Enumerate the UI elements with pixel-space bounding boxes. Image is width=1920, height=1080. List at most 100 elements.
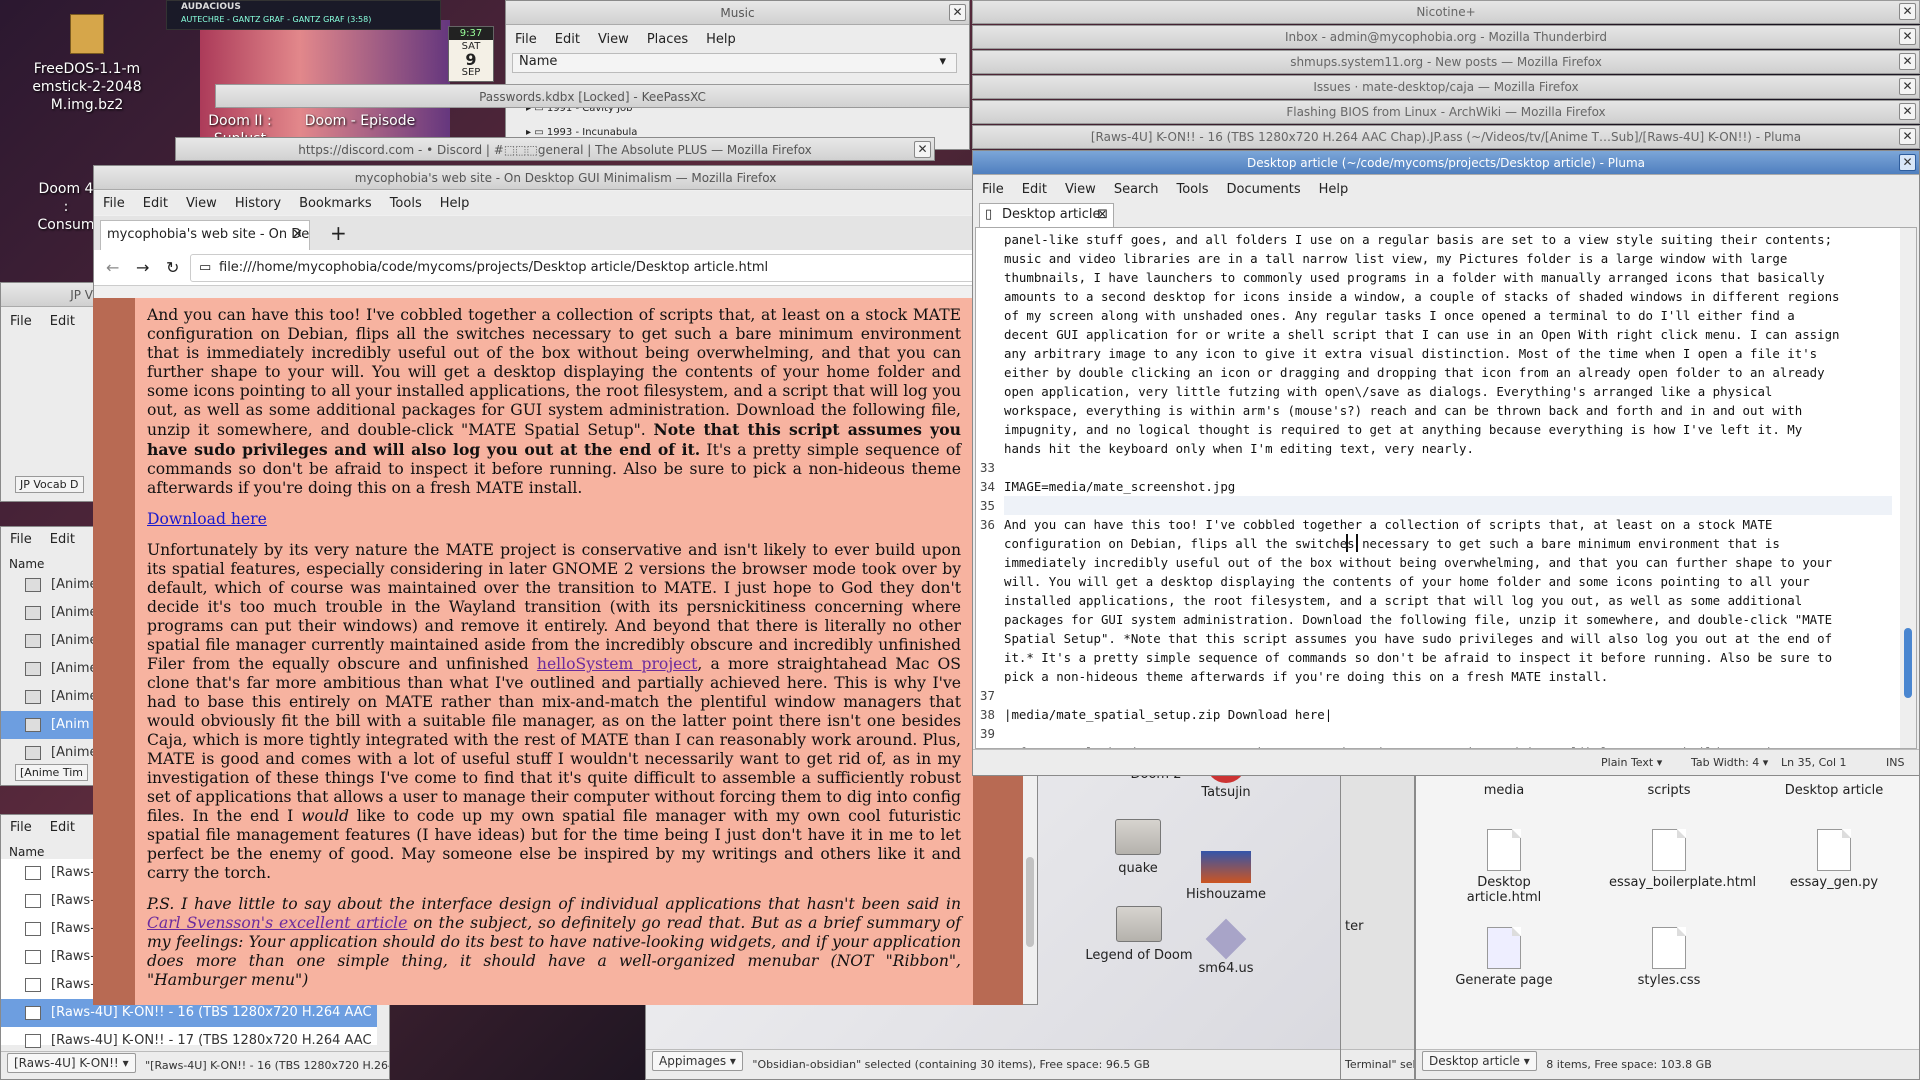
close-icon[interactable]: ✕ [1899, 128, 1916, 145]
url-bar[interactable]: ▭ file:///home/mycophobia/code/mycoms/pr… [190, 254, 1031, 282]
list-item[interactable]: [Anime [1, 571, 99, 599]
keepass-window[interactable]: Passwords.kdbx [Locked] - KeePassXC [215, 84, 970, 108]
discord-window[interactable]: https://discord.com - • Discord | #⬚⬚⬚ge… [175, 137, 935, 161]
code-line[interactable]: 34 IMAGE=media/mate_screenshot.jpg [980, 477, 1892, 496]
desktop-article-folder-window[interactable]: media scripts Desktop article Desktop ar… [1415, 760, 1920, 1080]
code-line[interactable]: thumbnails, I have launchers to commonly… [1004, 268, 1892, 287]
titlebar[interactable]: JP V [1, 283, 99, 307]
code-view[interactable]: panel-like stuff goes, and all folders I… [976, 228, 1900, 748]
code-line[interactable]: any arbitrary image to any icon to give … [1004, 344, 1892, 363]
folder-item-sm64[interactable]: sm64.us [1166, 918, 1286, 976]
music-titlebar[interactable]: Music ✕ [506, 1, 969, 25]
document-tab[interactable]: ▯ Desktop article ⊠ [979, 203, 1114, 227]
code-line[interactable]: 38 |media/mate_spatial_setup.zip Download… [980, 705, 1892, 724]
editor-area[interactable]: panel-like stuff goes, and all folders I… [975, 227, 1917, 749]
keepass-titlebar[interactable]: Passwords.kdbx [Locked] - KeePassXC [216, 85, 969, 107]
column-header-name[interactable]: Name ▾ [512, 53, 957, 73]
anime-window[interactable]: FileEditVi Name [Anime [Anime [Anime [An… [0, 526, 100, 786]
code-line[interactable]: open application, very little futzing wi… [1004, 382, 1892, 401]
code-line[interactable]: configuration on Debian, flips all the s… [1004, 534, 1892, 553]
code-line[interactable]: 33 [980, 458, 1892, 477]
column-header-name[interactable]: Name [9, 845, 44, 859]
music-window[interactable]: Music ✕ File Edit View Places Help Name ▾ … [505, 0, 970, 150]
list-item[interactable]: [Anime [1, 599, 99, 627]
menu-edit[interactable]: Edit [1013, 182, 1056, 197]
menu-help[interactable]: Help [1310, 182, 1358, 197]
thunderbird-window[interactable]: Inbox - admin@mycophobia.org - Mozilla T… [972, 25, 1920, 49]
terminal-folder-window[interactable]: ter Terminal" selec [1340, 760, 1415, 1080]
code-line[interactable]: panel-like stuff goes, and all folders I… [1004, 230, 1892, 249]
menu-edit[interactable]: Edit [41, 820, 84, 835]
new-tab-button[interactable]: + [330, 220, 347, 246]
code-line[interactable]: amounts to a second desktop for icons in… [1004, 287, 1892, 306]
menu-edit[interactable]: Edit [41, 314, 84, 329]
archwiki-window[interactable]: Flashing BIOS from Linux - ArchWiki — Mo… [972, 100, 1920, 124]
menu-edit[interactable]: Edit [41, 532, 84, 547]
nicotine-window[interactable]: Nicotine+ ✕ [972, 0, 1920, 24]
scrollbar-thumb[interactable] [1904, 628, 1912, 698]
desktop-icon-doom4[interactable]: Doom 4 : Consum [36, 180, 96, 234]
list-item[interactable]: [Anime [1, 739, 99, 767]
file-item-essay-gen[interactable]: essay_gen.py [1774, 829, 1894, 890]
menu-edit[interactable]: Edit [546, 32, 589, 47]
code-line[interactable]: packages for GUI system administration. … [1004, 610, 1892, 629]
audacious-window[interactable]: AUDACIOUS AUTECHRE - GANTZ GRAF - GANTZ … [166, 0, 441, 30]
back-icon[interactable]: ← [106, 258, 119, 277]
folder-item-desktop-article[interactable]: Desktop article [1774, 783, 1894, 798]
folder-item-scripts[interactable]: scripts [1609, 783, 1729, 798]
code-line[interactable]: of my screen along with unshaded ones. A… [1004, 306, 1892, 325]
menu-help[interactable]: Help [431, 196, 479, 211]
editor-scrollbar[interactable] [1900, 228, 1916, 748]
menu-edit[interactable]: Edit [134, 196, 177, 211]
code-line[interactable]: immediately incredibly useful out of the… [1004, 553, 1892, 572]
firefox-titlebar[interactable]: mycophobia's web site - On Desktop GUI M… [94, 166, 1037, 190]
carl-svensson-link[interactable]: Carl Svensson's excellent article [147, 914, 407, 932]
code-line[interactable]: 39 [980, 724, 1892, 743]
menu-view[interactable]: View [589, 32, 638, 47]
menu-search[interactable]: Search [1105, 182, 1168, 197]
close-icon[interactable]: ⊠ [1097, 204, 1108, 226]
code-line[interactable]: pick a non-hideous theme afterwards if y… [1004, 667, 1892, 686]
scrollbar-thumb[interactable] [1026, 857, 1034, 947]
list-item[interactable]: [Anime [1, 655, 99, 683]
pluma-titlebar[interactable]: Desktop article (~/code/mycoms/projects/… [973, 151, 1919, 175]
hellosystem-link[interactable]: helloSystem project [537, 655, 697, 673]
forward-icon[interactable]: → [136, 258, 149, 277]
close-icon[interactable]: ✕ [1899, 53, 1916, 70]
code-line[interactable]: 36 And you can have this too! I've cobble… [980, 515, 1892, 534]
pluma-subs-window[interactable]: [Raws-4U] K-ON!! - 16 (TBS 1280x720 H.26… [972, 125, 1920, 149]
menu-places[interactable]: Places [638, 32, 697, 47]
code-line[interactable]: Unfortunately by its very nature the MAT… [1004, 743, 1892, 748]
code-line[interactable]: music and video libraries are in a tall … [1004, 249, 1892, 268]
menu-documents[interactable]: Documents [1218, 182, 1310, 197]
close-icon[interactable]: ✕ [914, 141, 931, 158]
list-item[interactable]: [Anim [1, 711, 99, 739]
close-icon[interactable]: ✕ [949, 4, 966, 21]
file-item-styles-css[interactable]: styles.css [1609, 927, 1729, 988]
code-line[interactable]: hands hit the keyboard only when I'm edi… [1004, 439, 1892, 458]
menu-file[interactable]: File [1, 532, 41, 547]
folder-item-media[interactable]: media [1444, 783, 1564, 798]
list-item[interactable]: [Anime [1, 683, 99, 711]
code-line[interactable]: installed applications, the root filesys… [1004, 591, 1892, 610]
menu-file[interactable]: File [973, 182, 1013, 197]
jp-vocab-window[interactable]: JP V FileEditVi JP Vocab D [0, 282, 100, 502]
path-combo[interactable]: [Raws-4U] K-ON!! ▾ [7, 1053, 136, 1073]
shmups-window[interactable]: shmups.system11.org - New posts — Mozill… [972, 50, 1920, 74]
code-line[interactable]: either by double clicking an icon or dra… [1004, 363, 1892, 382]
list-item[interactable]: [Anime [1, 627, 99, 655]
menu-history[interactable]: History [226, 196, 290, 211]
close-icon[interactable]: ✕ [1899, 3, 1916, 20]
code-line[interactable]: decent GUI application for or write a sh… [1004, 325, 1892, 344]
discord-titlebar[interactable]: https://discord.com - • Discord | #⬚⬚⬚ge… [176, 138, 934, 160]
menu-help[interactable]: Help [697, 32, 745, 47]
menu-view[interactable]: View [177, 196, 226, 211]
code-line[interactable]: workspace, everything is within arm's (m… [1004, 401, 1892, 420]
reload-icon[interactable]: ↻ [166, 258, 179, 277]
code-line[interactable]: will. You will get a desktop displaying … [1004, 572, 1892, 591]
menu-file[interactable]: File [94, 196, 134, 211]
menu-bookmarks[interactable]: Bookmarks [290, 196, 381, 211]
code-line[interactable]: it.* It's a pretty simple sequence of co… [1004, 648, 1892, 667]
close-icon[interactable]: ✕ [1899, 78, 1916, 95]
close-icon[interactable]: ✕ [1899, 28, 1916, 45]
